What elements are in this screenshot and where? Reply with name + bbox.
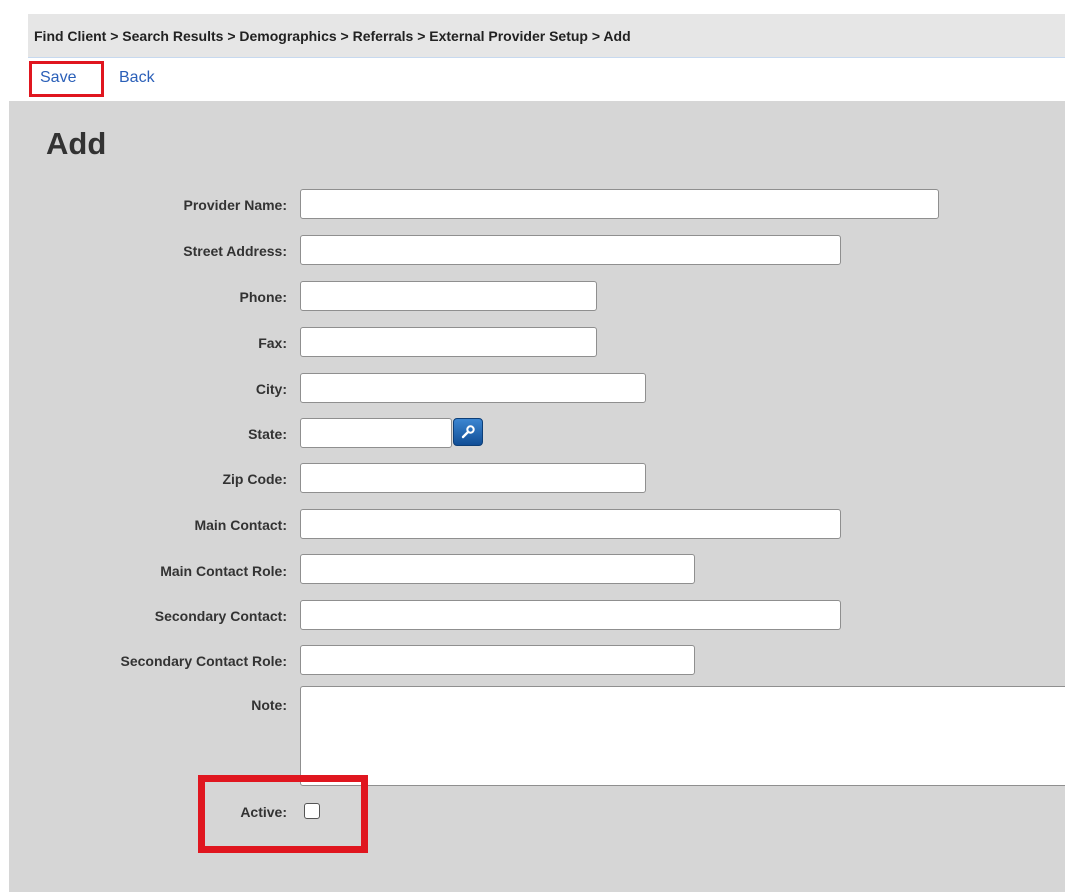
- page-frame: Find Client > Search Results > Demograph…: [0, 0, 1065, 892]
- secondary-contact-role-label: Secondary Contact Role:: [120, 653, 287, 669]
- secondary-contact-role-input[interactable]: [300, 645, 695, 675]
- provider-name-input[interactable]: [300, 189, 939, 219]
- action-toolbar: Save Back: [28, 59, 1065, 101]
- phone-label: Phone:: [239, 289, 287, 305]
- street-address-label: Street Address:: [183, 243, 287, 259]
- active-label: Active:: [240, 804, 287, 820]
- form-panel: Add Provider Name: Street Address: Phone…: [9, 101, 1065, 892]
- main-contact-input[interactable]: [300, 509, 841, 539]
- save-button[interactable]: Save: [40, 69, 76, 87]
- secondary-contact-input[interactable]: [300, 600, 841, 630]
- state-lookup-button[interactable]: [453, 418, 483, 446]
- left-edge: [0, 0, 9, 892]
- main-contact-label: Main Contact:: [194, 517, 287, 533]
- search-icon: [461, 425, 475, 439]
- city-label: City:: [255, 381, 287, 397]
- fax-label: Fax:: [258, 335, 287, 351]
- zip-code-label: Zip Code:: [222, 471, 287, 487]
- city-input[interactable]: [300, 373, 646, 403]
- note-label: Note:: [251, 697, 287, 713]
- main-contact-role-label: Main Contact Role:: [160, 563, 287, 579]
- active-checkbox[interactable]: [304, 803, 320, 819]
- note-textarea[interactable]: [300, 686, 1065, 786]
- street-address-input[interactable]: [300, 235, 841, 265]
- phone-input[interactable]: [300, 281, 597, 311]
- main-contact-role-input[interactable]: [300, 554, 695, 584]
- state-input[interactable]: [300, 418, 452, 448]
- back-button[interactable]: Back: [119, 69, 155, 87]
- secondary-contact-label: Secondary Contact:: [154, 608, 287, 624]
- provider-name-label: Provider Name:: [183, 197, 287, 213]
- breadcrumb: Find Client > Search Results > Demograph…: [28, 14, 1065, 58]
- page-title: Add: [46, 126, 107, 161]
- zip-code-input[interactable]: [300, 463, 646, 493]
- fax-input[interactable]: [300, 327, 597, 357]
- state-label: State:: [248, 426, 287, 442]
